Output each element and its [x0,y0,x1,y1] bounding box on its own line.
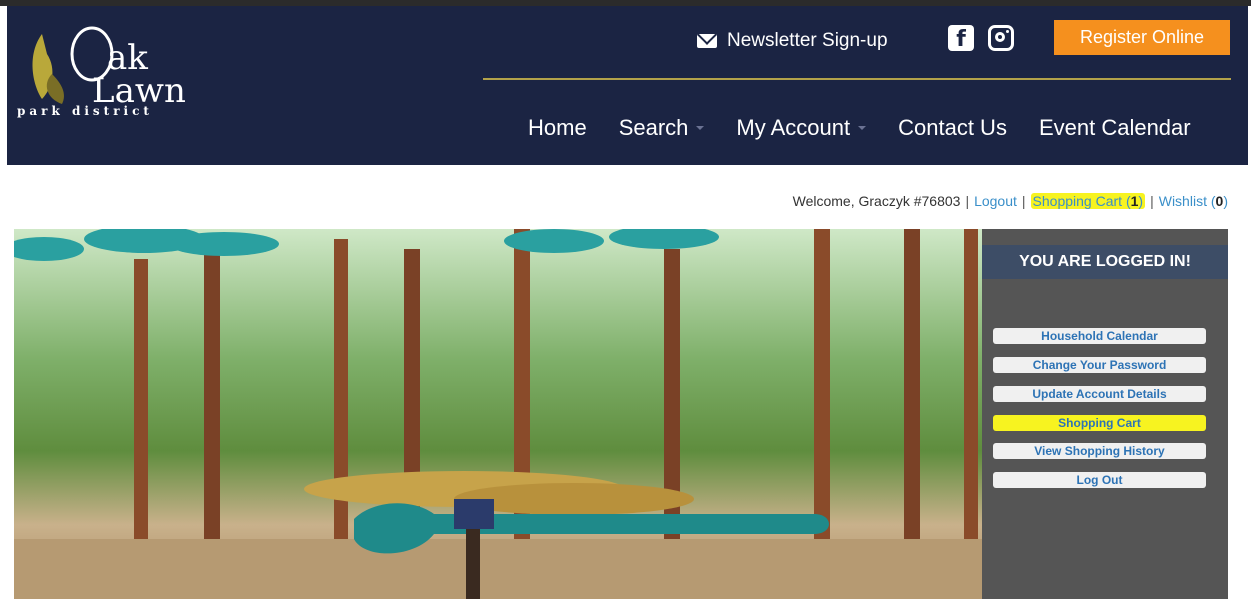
view-shopping-history-button[interactable]: View Shopping History [993,443,1206,459]
shopping-cart-button[interactable]: Shopping Cart [993,415,1206,431]
panel-title: YOU ARE LOGGED IN! [982,245,1228,279]
hero-banner: YOU ARE LOGGED IN! Household Calendar Ch… [14,229,1228,599]
nav-event-calendar[interactable]: Event Calendar [1023,115,1207,141]
site-header: ak Lawn park district Newsletter Sign-up… [7,6,1248,165]
chevron-down-icon [858,126,867,130]
shopping-cart-label: Shopping Cart [1032,193,1123,209]
nav-search[interactable]: Search [603,115,721,141]
shopping-cart-link[interactable]: Shopping Cart (1) [1030,193,1146,209]
logo-subtitle: park district [17,104,153,118]
login-panel: YOU ARE LOGGED IN! Household Calendar Ch… [982,229,1228,599]
nav-event-calendar-label: Event Calendar [1038,115,1191,140]
playground-illustration [14,229,982,599]
logout-link[interactable]: Logout [974,193,1017,209]
separator: | [1150,193,1154,209]
separator: | [1021,193,1026,209]
wishlist-link[interactable]: Wishlist (0) [1159,193,1228,209]
log-out-button[interactable]: Log Out [993,472,1206,488]
newsletter-link[interactable]: Newsletter Sign-up [697,30,888,52]
register-online-button[interactable]: Register Online [1054,20,1230,55]
nav-search-label: Search [618,115,689,140]
nav-home-label: Home [528,115,587,140]
instagram-icon[interactable] [988,25,1014,51]
cart-count: 1 [1130,193,1139,209]
playground-image [14,229,982,599]
newsletter-label: Newsletter Sign-up [727,30,888,51]
nav-contact-us-label: Contact Us [898,115,1007,140]
nav-contact-us[interactable]: Contact Us [882,115,1023,141]
change-password-button[interactable]: Change Your Password [993,357,1206,373]
chevron-down-icon [696,126,705,130]
welcome-text: Welcome, Graczyk #76803 [792,193,961,209]
household-calendar-button[interactable]: Household Calendar [993,328,1206,344]
facebook-icon[interactable]: f [948,25,974,51]
main-nav: Home Search My Account Contact Us Event … [512,115,1207,141]
wishlist-count: 0 [1215,193,1224,209]
nav-my-account-label: My Account [736,115,851,140]
divider [483,78,1231,80]
wishlist-label: Wishlist [1158,193,1207,209]
envelope-icon [697,34,717,48]
welcome-bar: Welcome, Graczyk #76803 | Logout | Shopp… [793,193,1228,209]
nav-my-account[interactable]: My Account [720,115,882,141]
nav-home[interactable]: Home [512,115,603,141]
separator: | [965,193,970,209]
update-account-button[interactable]: Update Account Details [993,386,1206,402]
